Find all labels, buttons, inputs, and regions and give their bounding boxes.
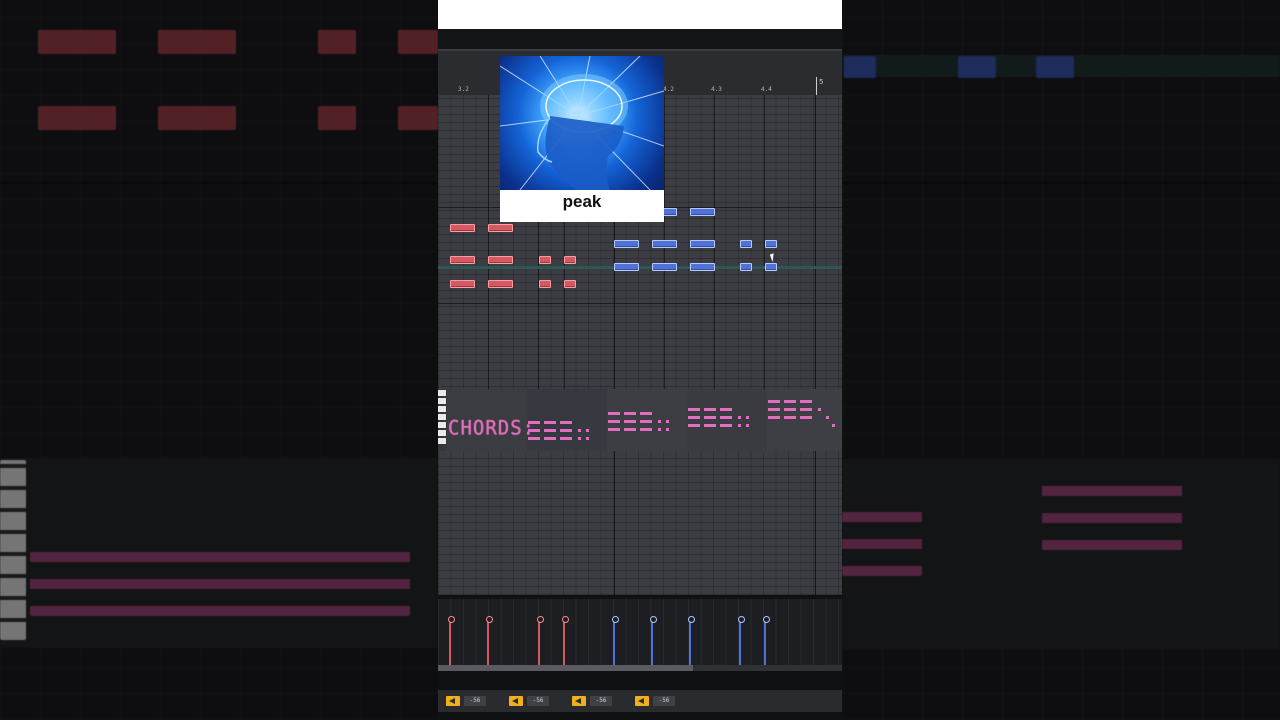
note[interactable] (488, 280, 513, 288)
right-blurred-background (842, 0, 1280, 720)
track-value[interactable]: -56 (590, 696, 612, 706)
ruler-label: 4.4 (761, 86, 772, 93)
note[interactable] (652, 240, 677, 248)
note[interactable] (765, 263, 777, 271)
top-white-bar (438, 0, 842, 29)
track-value[interactable]: -56 (527, 696, 549, 706)
ruler-label: 4.2 (663, 86, 674, 93)
title-band (438, 29, 842, 49)
note[interactable] (450, 280, 475, 288)
scrollbar-thumb[interactable] (438, 665, 693, 671)
note[interactable] (740, 240, 752, 248)
note[interactable] (488, 256, 513, 264)
note[interactable] (564, 256, 576, 264)
horizontal-scrollbar[interactable] (438, 665, 842, 671)
track-control-strip: -56 -56 -56 -56 (438, 690, 842, 712)
mini-keyboard (438, 390, 447, 448)
note[interactable] (614, 240, 639, 248)
velocity-handle[interactable] (486, 616, 493, 623)
velocity-handle[interactable] (562, 616, 569, 623)
velocity-handle[interactable] (448, 616, 455, 623)
track-left-arrow-button[interactable] (572, 696, 586, 706)
note[interactable] (539, 280, 551, 288)
track-left-arrow-button[interactable] (509, 696, 523, 706)
velocity-handle[interactable] (688, 616, 695, 623)
velocity-handle[interactable] (612, 616, 619, 623)
ruler-label: 3.2 (458, 86, 469, 93)
piano-roll-window: 3.2 4.2 4.3 4.4 5 peak CHORDS: -56 -56 -… (438, 0, 842, 720)
bar-label: 5 (819, 78, 824, 86)
track-left-arrow-button[interactable] (635, 696, 649, 706)
mouse-cursor-icon (769, 251, 781, 263)
note[interactable] (690, 240, 715, 248)
velocity-lane[interactable] (438, 599, 842, 665)
note-grid-lower[interactable] (438, 451, 842, 595)
left-blurred-background (0, 0, 438, 720)
note[interactable] (450, 224, 475, 232)
note[interactable] (564, 280, 576, 288)
note[interactable] (539, 256, 551, 264)
note[interactable] (652, 263, 677, 271)
highlighted-key-row (438, 266, 842, 269)
ruler-label: 4.3 (711, 86, 722, 93)
velocity-handle[interactable] (537, 616, 544, 623)
velocity-handle[interactable] (738, 616, 745, 623)
chords-label: CHORDS: (448, 416, 536, 440)
note[interactable] (488, 224, 513, 232)
playhead-marker[interactable] (816, 77, 817, 97)
track-left-arrow-button[interactable] (446, 696, 460, 706)
note[interactable] (690, 263, 715, 271)
meme-caption: peak (562, 192, 602, 211)
glowing-brain-image (500, 56, 664, 190)
note[interactable] (765, 240, 777, 248)
track-value[interactable]: -56 (464, 696, 486, 706)
note[interactable] (450, 256, 475, 264)
velocity-handle[interactable] (650, 616, 657, 623)
velocity-handle[interactable] (763, 616, 770, 623)
note[interactable] (614, 263, 639, 271)
note[interactable] (740, 263, 752, 271)
note[interactable] (690, 208, 715, 216)
meme-image-overlay: peak (500, 56, 664, 222)
track-value[interactable]: -56 (653, 696, 675, 706)
